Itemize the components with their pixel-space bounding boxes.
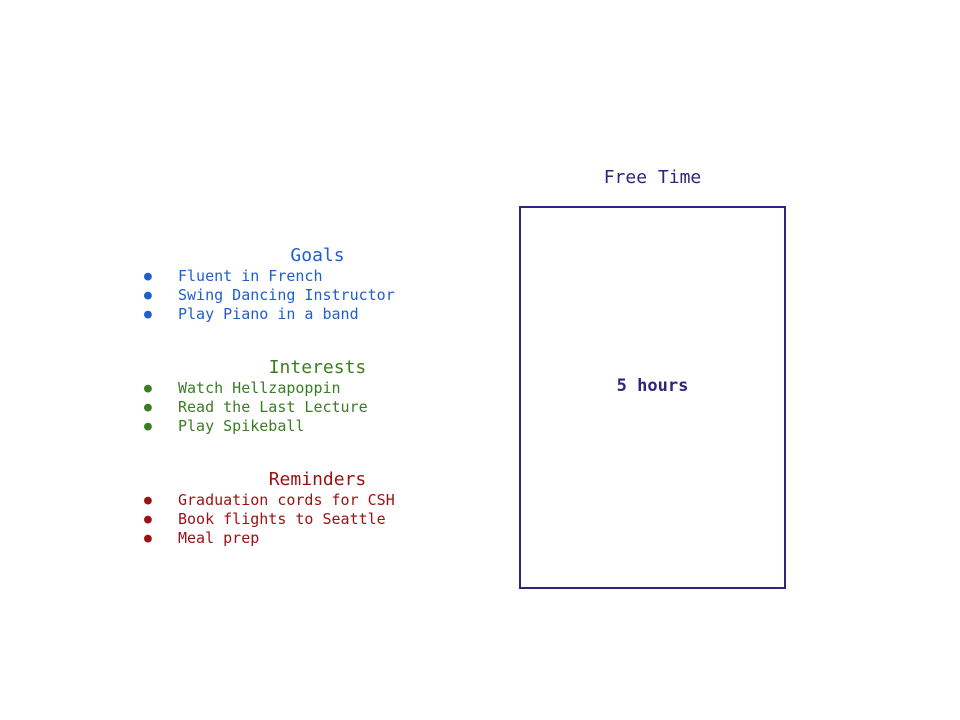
bullet-icon: ● bbox=[144, 381, 152, 396]
reminders-item-label: Graduation cords for CSH bbox=[178, 491, 395, 509]
interests-item-label: Read the Last Lecture bbox=[178, 398, 368, 416]
free-time-value: 5 hours bbox=[616, 376, 689, 396]
free-time-box: 5 hours bbox=[519, 206, 786, 589]
reminders-title: Reminders bbox=[268, 469, 367, 490]
bullet-icon: ● bbox=[144, 512, 152, 527]
bullet-icon: ● bbox=[144, 400, 152, 415]
reminders-item-label: Book flights to Seattle bbox=[178, 510, 386, 528]
reminders-item-label: Meal prep bbox=[178, 529, 260, 547]
interests-item-label: Play Spikeball bbox=[178, 417, 305, 435]
bullet-icon: ● bbox=[144, 531, 152, 546]
goals-title: Goals bbox=[290, 245, 345, 266]
bullet-icon: ● bbox=[144, 288, 152, 303]
goals-item-label: Swing Dancing Instructor bbox=[178, 286, 395, 304]
bullet-icon: ● bbox=[144, 269, 152, 284]
goals-item-label: Play Piano in a band bbox=[178, 305, 359, 323]
interests-title: Interests bbox=[268, 357, 367, 378]
free-time-title: Free Time bbox=[603, 167, 702, 188]
bullet-icon: ● bbox=[144, 419, 152, 434]
bullet-icon: ● bbox=[144, 493, 152, 508]
interests-item-label: Watch Hellzapoppin bbox=[178, 379, 341, 397]
goals-item-label: Fluent in French bbox=[178, 267, 323, 285]
bullet-icon: ● bbox=[144, 307, 152, 322]
